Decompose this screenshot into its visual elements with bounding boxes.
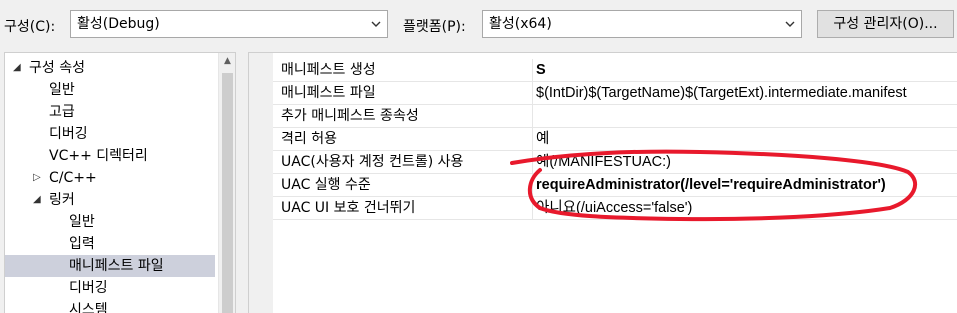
property-value[interactable]: S xyxy=(536,59,956,81)
collapse-icon[interactable]: ◢ xyxy=(13,57,25,79)
tree-item-manifest-file[interactable]: 매니페스트 파일 xyxy=(5,255,215,277)
property-row-uac-ui-bypass[interactable]: UAC UI 보호 건너뛰기 아니요(/uiAccess='false') xyxy=(273,197,957,220)
tree-item-linker-debugging[interactable]: 디버깅 xyxy=(5,277,215,299)
configuration-value: 활성(Debug) xyxy=(77,16,160,32)
property-name: UAC UI 보호 건너뛰기 xyxy=(273,197,533,219)
scrollbar-thumb[interactable] xyxy=(222,73,233,313)
tree-item-linker-general[interactable]: 일반 xyxy=(5,211,215,233)
chevron-down-icon xyxy=(785,20,795,28)
property-row-additional-dependencies[interactable]: 추가 매니페스트 종속성 xyxy=(273,105,957,128)
tree-item-linker-system[interactable]: 시스템 xyxy=(5,299,215,313)
tree-item-label: 링커 xyxy=(49,192,75,208)
property-row-manifest-file[interactable]: 매니페스트 파일 $(IntDir)$(TargetName)$(TargetE… xyxy=(273,82,957,105)
tree-item-label: VC++ 디렉터리 xyxy=(49,148,148,164)
collapse-icon[interactable]: ◢ xyxy=(33,189,45,211)
tree-item-c-cpp[interactable]: ▷ C/C++ xyxy=(5,167,215,189)
tree-item-label: 매니페스트 파일 xyxy=(69,258,164,274)
tree-item-label: 일반 xyxy=(49,82,75,98)
expand-icon[interactable]: ▷ xyxy=(33,167,45,189)
property-name: UAC 실행 수준 xyxy=(273,174,533,196)
property-name: 추가 매니페스트 종속성 xyxy=(273,105,533,127)
tree-item-label: 디버깅 xyxy=(49,126,88,142)
configuration-manager-button[interactable]: 구성 관리자(O)... xyxy=(817,10,954,38)
tree-item-general[interactable]: 일반 xyxy=(5,79,215,101)
configuration-label: 구성(C): xyxy=(4,19,56,35)
property-tree: ◢ 구성 속성 일반 고급 디버깅 VC++ 디렉터리 ▷ C/C++ ◢ 링커… xyxy=(4,52,236,313)
property-value[interactable]: 예(/MANIFESTUAC:) xyxy=(536,151,956,173)
property-row-uac-execution-level[interactable]: UAC 실행 수준 requireAdministrator(/level='r… xyxy=(273,174,957,197)
tree-item-label: 디버깅 xyxy=(69,280,108,296)
property-value[interactable] xyxy=(536,105,956,127)
property-grid: 매니페스트 생성 S 매니페스트 파일 $(IntDir)$(TargetNam… xyxy=(248,52,957,313)
toolbar: 구성(C): 활성(Debug) 플랫폼(P): 활성(x64) 구성 관리자(… xyxy=(0,0,957,50)
property-value[interactable]: requireAdministrator(/level='requireAdmi… xyxy=(536,174,956,196)
property-name: 매니페스트 파일 xyxy=(273,82,533,104)
configuration-dropdown[interactable]: 활성(Debug) xyxy=(70,10,388,38)
grid-gutter xyxy=(249,53,273,313)
tree-item-label: 시스템 xyxy=(69,302,108,313)
tree-item-debugging[interactable]: 디버깅 xyxy=(5,123,215,145)
property-name: UAC(사용자 계정 컨트롤) 사용 xyxy=(273,151,533,173)
platform-value: 활성(x64) xyxy=(489,16,552,32)
property-value[interactable]: 예 xyxy=(536,128,956,150)
tree-item-label: 고급 xyxy=(49,104,75,120)
platform-dropdown[interactable]: 활성(x64) xyxy=(482,10,802,38)
tree-item-linker-input[interactable]: 입력 xyxy=(5,233,215,255)
tree-item-label: 일반 xyxy=(69,214,95,230)
property-row-allow-isolation[interactable]: 격리 허용 예 xyxy=(273,128,957,151)
chevron-down-icon xyxy=(371,20,381,28)
tree-item-vc-directories[interactable]: VC++ 디렉터리 xyxy=(5,145,215,167)
tree-item-label: C/C++ xyxy=(49,170,97,186)
property-value[interactable]: 아니요(/uiAccess='false') xyxy=(536,197,956,219)
property-value[interactable]: $(IntDir)$(TargetName)$(TargetExt).inter… xyxy=(536,82,956,104)
tree-item-advanced[interactable]: 고급 xyxy=(5,101,215,123)
scroll-up-arrow-icon[interactable]: ▲ xyxy=(219,53,235,70)
tree-scrollbar[interactable]: ▲ xyxy=(218,53,235,313)
tree-item-label: 입력 xyxy=(69,236,95,252)
property-name: 격리 허용 xyxy=(273,128,533,150)
tree-item-configuration-properties[interactable]: ◢ 구성 속성 xyxy=(5,57,215,79)
property-row-enable-uac[interactable]: UAC(사용자 계정 컨트롤) 사용 예(/MANIFESTUAC:) xyxy=(273,151,957,174)
tree-item-linker[interactable]: ◢ 링커 xyxy=(5,189,215,211)
property-name: 매니페스트 생성 xyxy=(273,59,533,81)
platform-label: 플랫폼(P): xyxy=(403,19,466,35)
property-row-generate-manifest[interactable]: 매니페스트 생성 S xyxy=(273,59,957,82)
tree-item-label: 구성 속성 xyxy=(29,60,85,76)
